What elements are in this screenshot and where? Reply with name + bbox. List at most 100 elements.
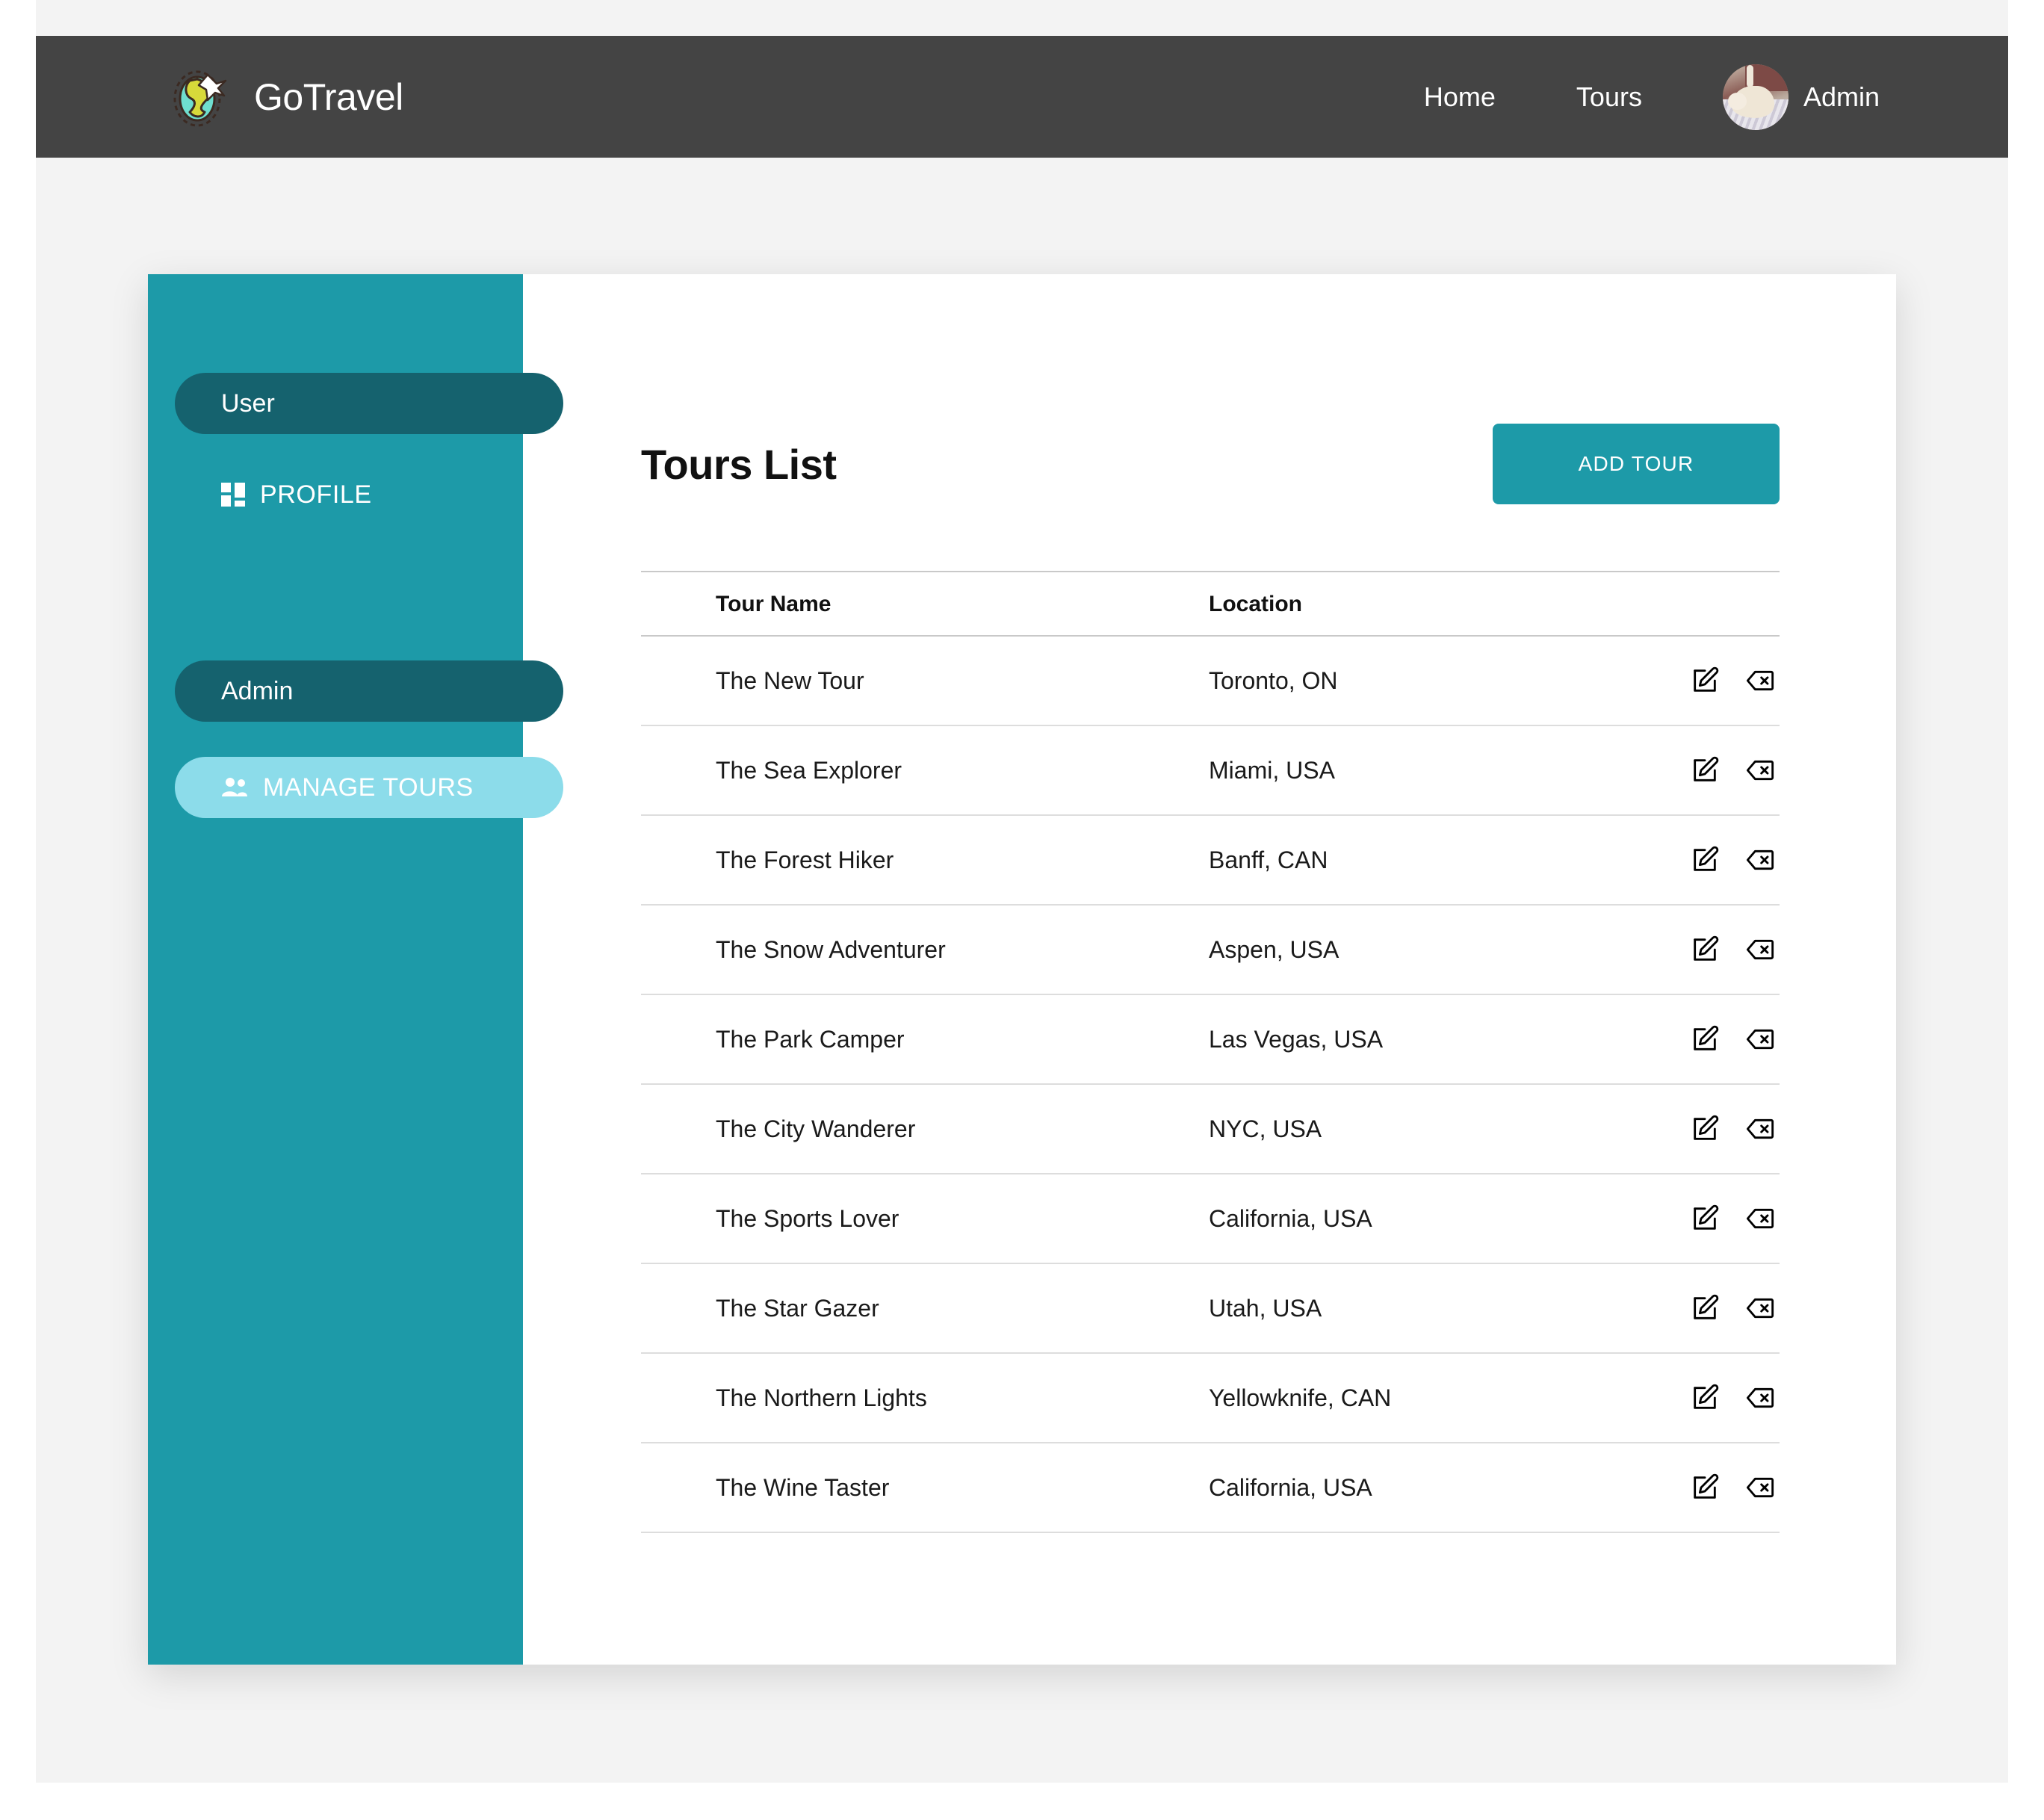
table-row[interactable]: The Star Gazer Utah, USA xyxy=(641,1263,1780,1354)
row-actions-cell xyxy=(1627,905,1780,995)
table-row[interactable]: The Forest Hiker Banff, CAN xyxy=(641,815,1780,906)
tour-location: California, USA xyxy=(1209,1473,1372,1501)
table-header-row: Tour Name Location xyxy=(641,571,1780,637)
brand[interactable]: GoTravel xyxy=(164,63,403,131)
sidebar-item-manage-tours[interactable]: MANAGE TOURS xyxy=(175,757,563,818)
tour-location: Aspen, USA xyxy=(1209,935,1340,963)
add-tour-button[interactable]: ADD TOUR xyxy=(1493,424,1780,504)
delete-icon[interactable] xyxy=(1744,664,1777,697)
tour-name: The Wine Taster xyxy=(716,1473,890,1501)
edit-icon[interactable] xyxy=(1688,1112,1721,1145)
tour-name: The Sea Explorer xyxy=(716,756,902,784)
tour-name: The City Wanderer xyxy=(716,1115,916,1142)
row-actions-cell xyxy=(1627,1263,1780,1354)
tour-location: Las Vegas, USA xyxy=(1209,1025,1384,1053)
table-row[interactable]: The Sports Lover California, USA xyxy=(641,1174,1780,1264)
tour-name: The Snow Adventurer xyxy=(716,935,946,963)
delete-icon[interactable] xyxy=(1744,933,1777,966)
row-thumbnail-cell xyxy=(641,636,716,726)
edit-icon[interactable] xyxy=(1688,664,1721,697)
delete-icon[interactable] xyxy=(1744,1202,1777,1235)
tour-location: California, USA xyxy=(1209,1204,1372,1232)
tour-location: Banff, CAN xyxy=(1209,846,1328,873)
delete-icon[interactable] xyxy=(1744,1112,1777,1145)
tours-table-head: Tour Name Location xyxy=(641,571,1780,637)
row-name-cell: The Northern Lights xyxy=(716,1353,1209,1443)
tour-name: The Forest Hiker xyxy=(716,846,894,873)
row-name-cell: The Snow Adventurer xyxy=(716,905,1209,995)
edit-icon[interactable] xyxy=(1688,844,1721,876)
tour-name: The Park Camper xyxy=(716,1025,905,1053)
tour-location: Toronto, ON xyxy=(1209,666,1338,694)
edit-icon[interactable] xyxy=(1688,1202,1721,1235)
row-actions-cell xyxy=(1627,1084,1780,1174)
tours-table: Tour Name Location The New Tour Toronto,… xyxy=(641,571,1780,1533)
tour-location: Yellowknife, CAN xyxy=(1209,1384,1392,1411)
header-nav: Home Tours Admin xyxy=(1424,64,1880,130)
top-navigation-bar: GoTravel Home Tours Admin xyxy=(36,36,2008,158)
row-thumbnail-cell xyxy=(641,725,716,816)
delete-icon[interactable] xyxy=(1744,754,1777,787)
delete-icon[interactable] xyxy=(1744,1381,1777,1414)
table-row[interactable]: The Sea Explorer Miami, USA xyxy=(641,725,1780,816)
content-panel: Tours List ADD TOUR Tour Name Location T… xyxy=(523,274,1896,1665)
tours-table-body: The New Tour Toronto, ON The Sea Explore… xyxy=(641,636,1780,1533)
sidebar-section-user-label: User xyxy=(221,389,275,418)
col-tour-name: Tour Name xyxy=(716,571,1209,637)
row-location-cell: Aspen, USA xyxy=(1209,905,1627,995)
row-name-cell: The Forest Hiker xyxy=(716,815,1209,906)
edit-icon[interactable] xyxy=(1688,1471,1721,1504)
user-menu[interactable]: Admin xyxy=(1722,64,1880,130)
globe-airplane-logo-icon xyxy=(164,63,233,131)
row-location-cell: California, USA xyxy=(1209,1174,1627,1264)
tour-name: The Star Gazer xyxy=(716,1294,879,1322)
row-location-cell: Toronto, ON xyxy=(1209,636,1627,726)
edit-icon[interactable] xyxy=(1688,754,1721,787)
table-row[interactable]: The New Tour Toronto, ON xyxy=(641,636,1780,726)
sidebar-section-user: User xyxy=(175,373,563,434)
delete-icon[interactable] xyxy=(1744,1471,1777,1504)
nav-link-tours[interactable]: Tours xyxy=(1576,81,1642,113)
row-name-cell: The Wine Taster xyxy=(716,1443,1209,1533)
row-actions-cell xyxy=(1627,1353,1780,1443)
dashboard-grid-icon xyxy=(221,483,245,507)
row-thumbnail-cell xyxy=(641,905,716,995)
delete-icon[interactable] xyxy=(1744,1023,1777,1056)
edit-icon[interactable] xyxy=(1688,933,1721,966)
row-thumbnail-cell xyxy=(641,1353,716,1443)
row-name-cell: The Sports Lover xyxy=(716,1174,1209,1264)
table-row[interactable]: The Park Camper Las Vegas, USA xyxy=(641,994,1780,1085)
table-row[interactable]: The Snow Adventurer Aspen, USA xyxy=(641,905,1780,995)
tour-location: Miami, USA xyxy=(1209,756,1335,784)
nav-link-home[interactable]: Home xyxy=(1424,81,1496,113)
row-name-cell: The Star Gazer xyxy=(716,1263,1209,1354)
row-actions-cell xyxy=(1627,725,1780,816)
delete-icon[interactable] xyxy=(1744,1292,1777,1325)
table-row[interactable]: The Northern Lights Yellowknife, CAN xyxy=(641,1353,1780,1443)
tour-name: The New Tour xyxy=(716,666,864,694)
edit-icon[interactable] xyxy=(1688,1292,1721,1325)
row-actions-cell xyxy=(1627,636,1780,726)
table-row[interactable]: The Wine Taster California, USA xyxy=(641,1443,1780,1533)
content-header: Tours List ADD TOUR xyxy=(641,418,1780,510)
row-actions-cell xyxy=(1627,1174,1780,1264)
table-row[interactable]: The City Wanderer NYC, USA xyxy=(641,1084,1780,1174)
main-card: User PROFILE Admin MANAGE TOURS Tours Li… xyxy=(148,274,1896,1665)
delete-icon[interactable] xyxy=(1744,844,1777,876)
row-thumbnail-cell xyxy=(641,1263,716,1354)
sidebar-item-profile[interactable]: PROFILE xyxy=(175,464,563,525)
edit-icon[interactable] xyxy=(1688,1381,1721,1414)
brand-name: GoTravel xyxy=(254,75,403,118)
row-actions-cell xyxy=(1627,815,1780,906)
row-name-cell: The Sea Explorer xyxy=(716,725,1209,816)
sidebar-item-manage-tours-label: MANAGE TOURS xyxy=(263,773,474,802)
row-actions-cell xyxy=(1627,994,1780,1085)
row-location-cell: Miami, USA xyxy=(1209,725,1627,816)
row-thumbnail-cell xyxy=(641,1174,716,1264)
edit-icon[interactable] xyxy=(1688,1023,1721,1056)
row-location-cell: NYC, USA xyxy=(1209,1084,1627,1174)
tour-location: Utah, USA xyxy=(1209,1294,1322,1322)
row-location-cell: Yellowknife, CAN xyxy=(1209,1353,1627,1443)
page-title: Tours List xyxy=(641,440,837,488)
user-name: Admin xyxy=(1803,81,1880,112)
